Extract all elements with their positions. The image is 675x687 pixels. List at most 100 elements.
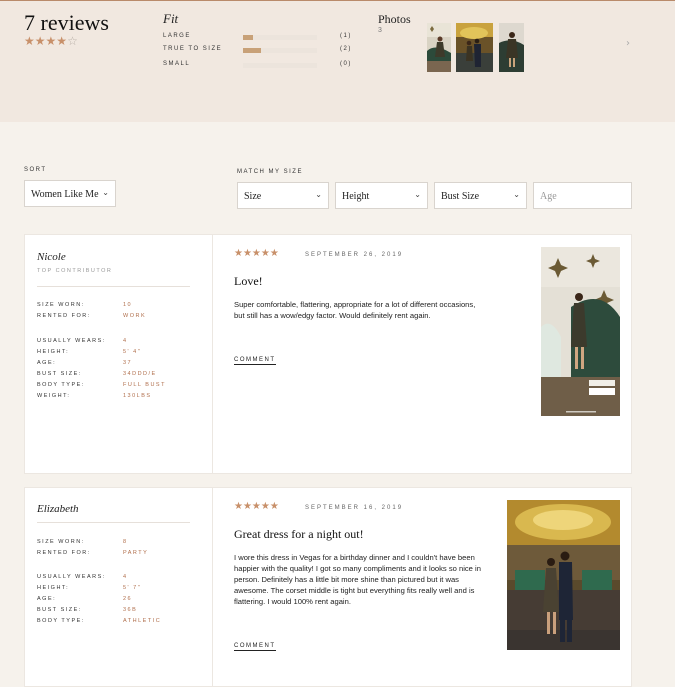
photo-thumbnail-3[interactable] [499,23,524,72]
photo-thumbnail-2[interactable] [456,23,493,72]
chevron-down-icon: ⌄ [414,190,421,199]
attribute-key: RENTED FOR: [37,550,91,556]
review-date: SEPTEMBER 26, 2019 [305,252,404,258]
reviewer-attribute: BUST SIZE: 34DDD/E [37,371,207,381]
fit-label: SMALL [163,61,191,67]
attribute-key: SIZE WORN: [37,539,85,545]
fit-label: LARGE [163,33,191,39]
fit-row-large: LARGE (1) [163,32,363,42]
review-body: I wore this dress in Vegas for a birthda… [234,553,481,606]
attribute-value: 4 [123,338,128,344]
attribute-value: 26 [123,596,133,602]
attribute-value: 8 [123,539,128,545]
attribute-key: SIZE WORN: [37,302,85,308]
star-icon: ★ [24,34,35,48]
star-icon: ★ [56,34,68,48]
average-rating-stars: ★★★★☆ [24,34,78,48]
reviewer-attribute: BUST SIZE: 36B [37,607,207,617]
card-divider [212,488,213,686]
attribute-value: PARTY [123,550,149,556]
fit-count: (1) [340,33,352,39]
fit-bar [243,35,317,40]
sort-select-value: Women Like Me [31,189,99,200]
reviewer-attribute: HEIGHT: 5' 7" [37,585,207,595]
reviews-count-title: 7 reviews [24,10,109,35]
chevron-down-icon: ⌄ [513,190,520,199]
match-my-size-label: MATCH MY SIZE [237,169,303,175]
attribute-key: WEIGHT: [37,393,71,399]
fit-row-small: SMALL (0) [163,60,363,70]
attribute-value: 34DDD/E [123,371,157,377]
attribute-key: HEIGHT: [37,585,70,591]
attribute-value: ATHLETIC [123,618,162,624]
attribute-value: WORK [123,313,147,319]
fit-bar-fill [243,48,261,53]
star-icon: ★ [34,34,46,48]
chevron-down-icon: ⌄ [102,188,109,197]
review-rating-stars: ★★★★★ [234,248,279,259]
card-divider [212,235,213,473]
attribute-value: 4 [123,574,128,580]
fit-bar-fill [243,35,253,40]
review-body: Super comfortable, flattering, appropria… [234,300,476,320]
reviewer-attribute: SIZE WORN: 10 [37,302,207,312]
review-photo[interactable] [507,500,620,650]
attribute-value: FULL BUST [123,382,166,388]
fit-label: TRUE TO SIZE [163,46,223,52]
chevron-down-icon: ⌄ [315,190,322,199]
fit-row-true-to-size: TRUE TO SIZE (2) [163,45,363,55]
fit-bar [243,63,317,68]
attribute-value: 10 [123,302,133,308]
photos-title: Photos [378,12,411,26]
reviewer-name: Elizabeth [37,503,79,515]
review-date: SEPTEMBER 16, 2019 [305,505,404,511]
reviewer-attribute: RENTED FOR: PARTY [37,550,207,560]
reviewer-attribute: BODY TYPE: FULL BUST [37,382,207,392]
attribute-key: AGE: [37,596,57,602]
attribute-value: 37 [123,360,133,366]
photo-thumbnail-1[interactable] [427,23,451,72]
fit-bar [243,48,317,53]
review-card: Nicole TOP CONTRIBUTOR SIZE WORN: 10 RENT… [24,234,632,474]
photos-count: 3 [378,27,382,34]
attribute-key: AGE: [37,360,57,366]
age-input-placeholder: Age [540,191,557,202]
reviewer-attribute: RENTED FOR: WORK [37,313,207,323]
review-rating-stars: ★★★★★ [234,501,279,512]
size-select-value: Size [244,191,262,202]
reviewer-attribute: USUALLY WEARS: 4 [37,574,207,584]
fit-title: Fit [163,11,179,26]
height-select[interactable]: Height ⌄ [335,182,428,209]
sort-select[interactable]: Women Like Me ⌄ [24,180,116,207]
reviewer-divider [37,286,190,287]
comment-link[interactable]: COMMENT [234,357,276,365]
reviewer-badge: TOP CONTRIBUTOR [37,268,113,274]
star-outline-icon: ☆ [67,34,78,48]
comment-link[interactable]: COMMENT [234,643,276,651]
review-card: Elizabeth SIZE WORN: 8 RENTED FOR: PARTY U… [24,487,632,687]
reviewer-attribute: USUALLY WEARS: 4 [37,338,207,348]
reviewer-divider [37,522,190,523]
attribute-value: 130LBS [123,393,152,399]
reviewer-attribute: SIZE WORN: 8 [37,539,207,549]
reviewer-attribute: BODY TYPE: ATHLETIC [37,618,207,628]
bust-size-select-value: Bust Size [441,191,480,202]
attribute-key: RENTED FOR: [37,313,91,319]
bust-size-select[interactable]: Bust Size ⌄ [434,182,527,209]
attribute-key: BUST SIZE: [37,371,82,377]
attribute-key: USUALLY WEARS: [37,338,106,344]
reviewer-attribute: HEIGHT: 5' 4" [37,349,207,359]
review-photo[interactable] [541,247,620,416]
reviewer-attribute: AGE: 37 [37,360,207,370]
attribute-value: 5' 4" [123,349,142,355]
age-input[interactable]: Age [533,182,632,209]
chevron-right-icon[interactable]: › [626,38,630,49]
attribute-key: BUST SIZE: [37,607,82,613]
fit-count: (0) [340,61,352,67]
size-select[interactable]: Size ⌄ [237,182,329,209]
attribute-value: 36B [123,607,138,613]
height-select-value: Height [342,191,370,202]
star-icon: ★ [45,34,57,48]
attribute-value: 5' 7" [123,585,142,591]
fit-count: (2) [340,46,352,52]
